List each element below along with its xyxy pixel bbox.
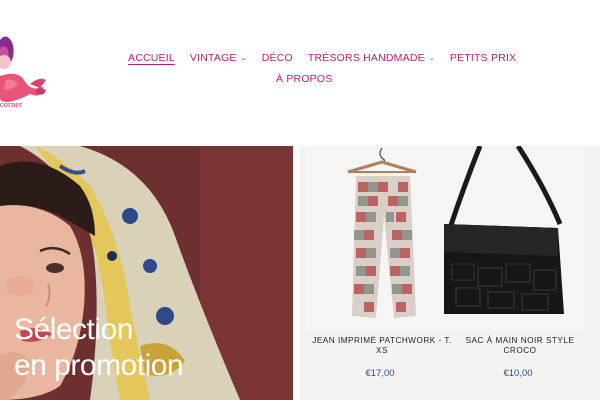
nav-item-label: DÉCO	[261, 52, 293, 64]
product-image-handbag[interactable]	[444, 146, 584, 331]
nav-item-label: TRÉSORS HANDMADE	[307, 52, 425, 64]
site-logo[interactable]	[0, 18, 48, 113]
nav-item-accueil[interactable]: ACCUEIL	[128, 52, 175, 64]
nav-item-petits-prix[interactable]: PETITS PRIX	[450, 52, 516, 64]
product-image-jeans[interactable]	[306, 146, 446, 331]
mermaid-logo-icon	[0, 36, 46, 102]
nav-item-vintage[interactable]: VINTAGE ⌄	[190, 52, 247, 64]
site-header: corner ACCUEIL VINTAGE ⌄ DÉCO TRÉSORS HA…	[0, 0, 600, 140]
main-nav: ACCUEIL VINTAGE ⌄ DÉCO TRÉSORS HANDMADE …	[128, 50, 516, 92]
product-card[interactable]: JEAN IMPRIMÉ PATCHWORK - T. XS €17,00	[306, 146, 451, 400]
hero-title: Sélection en promotion	[14, 312, 184, 384]
nav-item-label: ACCUEIL	[128, 52, 175, 64]
nav-item-a-propos[interactable]: À PROPOS	[276, 73, 332, 85]
chevron-down-icon: ⌄	[428, 55, 435, 62]
nav-item-tresors-handmade[interactable]: TRÉSORS HANDMADE ⌄	[308, 52, 435, 64]
hero-title-line-2: en promotion	[14, 349, 184, 382]
product-name[interactable]: JEAN IMPRIMÉ PATCHWORK - T. XS	[310, 336, 454, 356]
nav-item-label: À PROPOS	[276, 73, 333, 85]
nav-item-deco[interactable]: DÉCO	[262, 52, 293, 64]
nav-item-label: PETITS PRIX	[449, 52, 517, 64]
product-grid: JEAN IMPRIMÉ PATCHWORK - T. XS €17,00 SA…	[300, 146, 600, 400]
hero-banner[interactable]: Sélection en promotion	[0, 146, 293, 400]
product-price: €17,00	[365, 368, 395, 379]
nav-item-label: VINTAGE	[189, 52, 237, 64]
product-card[interactable]: SAC À MAIN NOIR STYLE CROCO €10,00	[444, 146, 584, 400]
hero-title-line-1: Sélection	[14, 313, 133, 346]
chevron-down-icon: ⌄	[240, 55, 247, 62]
nav-row-1: ACCUEIL VINTAGE ⌄ DÉCO TRÉSORS HANDMADE …	[128, 50, 516, 66]
nav-row-2: À PROPOS	[276, 71, 488, 87]
logo-text: corner	[0, 100, 23, 109]
product-price: €10,00	[503, 368, 533, 379]
product-name[interactable]: SAC À MAIN NOIR STYLE CROCO	[448, 336, 592, 356]
